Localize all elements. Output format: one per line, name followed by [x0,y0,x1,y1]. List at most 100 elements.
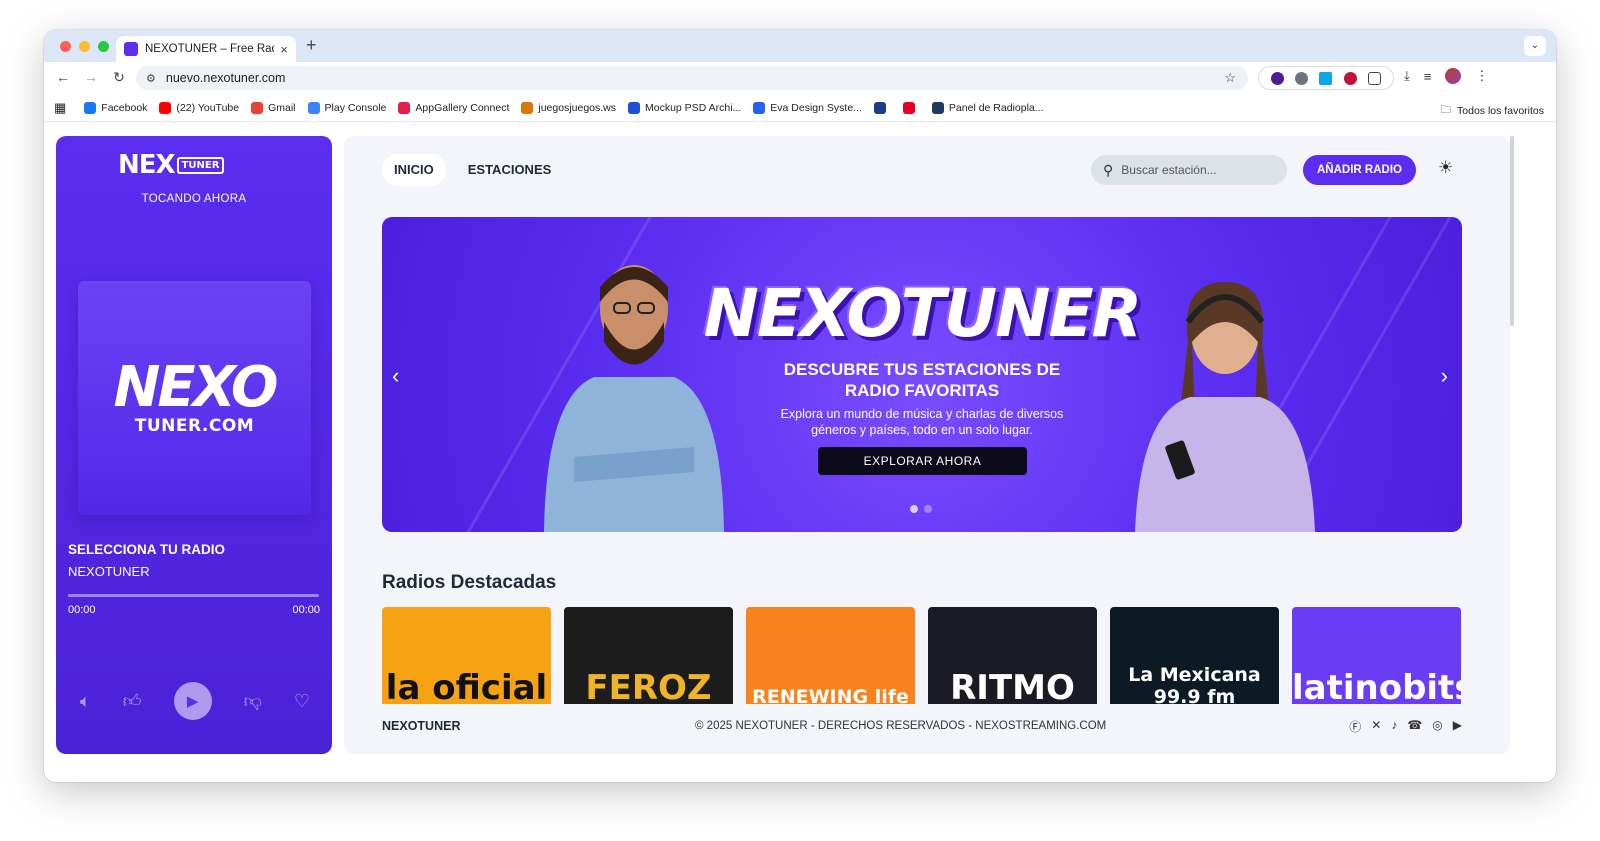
x-icon[interactable]: ✕ [1371,718,1381,735]
reading-list-icon[interactable]: ≡ [1424,69,1432,84]
reload-icon[interactable]: ↻ [106,69,132,86]
apps-grid-icon[interactable]: ▦ [54,100,66,116]
bookmark-star-icon[interactable]: ☆ [1224,70,1236,86]
station-card-label: RITMO [950,668,1075,704]
play-button[interactable]: ▶ [173,682,212,720]
extension-icon[interactable] [1270,71,1284,85]
minimize-window-button[interactable] [79,41,90,52]
album-artwork: NEXO TUNER.COM [78,281,311,515]
all-bookmarks-folder[interactable]: 🗀 Todos los favoritos [1441,102,1544,120]
thumbs-down-icon[interactable]: 👎︎ [244,690,262,712]
station-card-label: FEROZ [585,668,712,704]
slide-dot[interactable] [924,505,932,513]
facebook-icon[interactable]: Ⓕ [1349,718,1361,735]
instagram-icon[interactable]: ◎ [1432,718,1442,735]
bookmark-favicon-icon [931,101,944,114]
theme-toggle-sun-icon[interactable]: ☀ [1438,158,1453,178]
volume-icon[interactable]: 🔈︎ [80,691,91,712]
artwork-logo-subtext: TUNER.COM [134,416,255,436]
browser-toolbar: ← → ↻ ⚙ nuevo.nexotuner.com ☆ ⤓ ≡ ⋮ [44,62,1556,94]
bookmark-item[interactable]: Eva Design Syste... [753,101,862,114]
bookmark-label: Eva Design Syste... [770,101,862,114]
hero-banner: NEXOTUNER DESCUBRE TUS ESTACIONES DE RAD… [382,217,1462,532]
station-title: SELECCIONA TU RADIO [68,542,226,557]
bookmark-item[interactable] [873,101,891,114]
bookmark-item[interactable]: Panel de Radiopla... [931,101,1044,114]
bookmark-item[interactable]: juegosjuegos.ws [521,101,616,114]
progress-bar[interactable] [68,594,319,597]
forward-arrow-icon[interactable]: → [78,69,104,86]
browser-menu-icon[interactable]: ⋮ [1475,68,1488,84]
close-window-button[interactable] [60,41,71,52]
bookmark-favicon-icon [753,101,766,114]
extension-icon[interactable] [1295,71,1309,85]
nexotuner-logo[interactable]: NEX TUNER [118,150,225,180]
tab-close-icon[interactable]: × [280,42,288,57]
banner-subtitle-line2: RADIO FAVORITAS [844,381,1000,400]
logo-tag: TUNER [176,156,225,174]
station-card[interactable]: RENEWING life [746,607,915,704]
station-card[interactable]: La Mexicana 99.9 fm [1110,607,1279,704]
bookmark-favicon-icon [84,101,97,114]
scrollbar[interactable] [1510,136,1514,326]
bookmark-favicon-icon [628,101,640,114]
time-total: 00:00 [292,604,320,616]
search-input[interactable]: ⚲ Buscar estación... [1091,155,1287,185]
bookmark-label: Gmail [268,101,296,114]
bookmark-favicon-icon [902,101,915,114]
bookmark-item[interactable]: AppGallery Connect [398,101,509,114]
new-tab-button[interactable]: + [306,35,317,56]
heart-icon[interactable]: ♡ [294,691,310,712]
bookmark-favicon-icon [398,101,411,114]
tiktok-icon[interactable]: ♪ [1391,718,1397,735]
player-controls: 🔈︎ 👍︎ ▶ 👎︎ ♡ [80,682,310,720]
station-card[interactable]: la oficial [382,607,551,704]
bookmark-favicon-icon [251,101,264,114]
extension-icon[interactable] [1343,71,1357,85]
thumbs-up-icon[interactable]: 👍︎ [123,690,142,712]
bookmark-label: Panel de Radiopla... [948,101,1044,114]
youtube-icon[interactable]: ▶ [1453,718,1462,735]
play-icon: ▶ [186,693,199,710]
banner-description: Explora un mundo de música y charlas de … [382,406,1462,438]
search-icon: ⚲ [1103,161,1114,178]
bookmark-item[interactable]: (22) YouTube [159,101,239,114]
slide-dot[interactable] [910,505,918,513]
banner-description-line2: géneros y países, todo en un solo lugar. [811,423,1033,437]
bookmark-item[interactable]: Play Console [307,101,387,114]
bookmark-favicon-icon [159,101,172,114]
explore-button[interactable]: EXPLORAR AHORA [818,447,1027,475]
logo-text: NEX [118,150,176,180]
window-controls [60,41,109,52]
profile-avatar[interactable] [1445,68,1462,84]
banner-subtitle-line1: DESCUBRE TUS ESTACIONES DE [783,360,1061,379]
tab-search-button[interactable]: ⌄ [1524,36,1546,56]
featured-title: Radios Destacadas [382,572,557,593]
back-arrow-icon[interactable]: ← [50,69,76,86]
site-info-icon[interactable]: ⚙ [146,72,156,85]
bookmark-item[interactable]: Mockup PSD Archi... [628,101,741,114]
maximize-window-button[interactable] [98,41,109,52]
time-current: 00:00 [68,604,96,616]
station-card[interactable]: FEROZ [564,607,733,704]
station-card[interactable]: latinobits [1292,607,1461,704]
next-slide-chevron-icon[interactable]: › [1441,363,1448,389]
prev-slide-chevron-icon[interactable]: ‹ [392,363,399,389]
bookmarks-bar: ▦ Facebook (22) YouTube Gmail Play Console A… [44,94,1556,122]
bookmark-label: Play Console [324,101,387,114]
whatsapp-icon[interactable]: ☎ [1407,718,1422,735]
player-sidebar: NEX TUNER TOCANDO AHORA NEXO TUNER.COM S… [56,136,332,754]
download-icon[interactable]: ⤓ [1404,68,1410,84]
extension-icon[interactable] [1319,71,1333,85]
add-radio-button[interactable]: AÑADIR RADIO [1303,155,1416,185]
address-bar[interactable]: ⚙ nuevo.nexotuner.com ☆ [136,66,1248,90]
bookmark-item[interactable]: Facebook [84,101,147,114]
station-card[interactable]: RITMO [928,607,1097,704]
bookmark-item[interactable] [902,101,920,114]
bookmark-item[interactable]: Gmail [251,101,296,114]
browser-tab[interactable]: NEXOTUNER – Free Radio Lis × [116,36,296,62]
footer-brand: NEXOTUNER [382,719,461,733]
puzzle-extensions-icon[interactable] [1368,71,1382,85]
nav-estaciones[interactable]: ESTACIONES [456,154,564,186]
nav-inicio[interactable]: INICIO [382,154,446,186]
